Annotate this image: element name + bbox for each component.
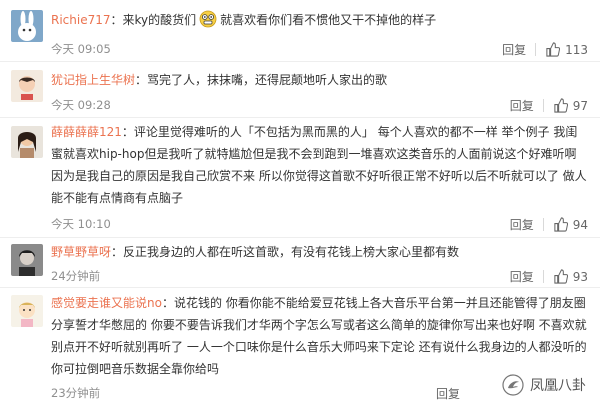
comment-item: 犹记指上生华树：骂完了人，抹抹嘴，还得屁颠地听人家出的歌 今天 09:28 回复… <box>0 62 600 118</box>
like-button[interactable]: 93 <box>553 269 588 284</box>
username-link[interactable]: 犹记指上生华树 <box>51 73 135 87</box>
divider <box>542 270 544 283</box>
comment-text: 犹记指上生华树：骂完了人，抹抹嘴，还得屁颠地听人家出的歌 <box>51 69 588 91</box>
comment-time: 今天 09:28 <box>51 98 111 112</box>
like-count: 113 <box>565 42 588 57</box>
watermark: 凤凰八卦 <box>502 374 586 396</box>
comment-time: 23分钟前 <box>51 386 101 400</box>
comment-body: ：反正我身边的人都在听这首歌，有没有花钱上榜大家心里都有数 <box>111 245 460 259</box>
like-button[interactable]: 113 <box>545 42 588 57</box>
like-count: 94 <box>572 217 588 232</box>
like-count: 97 <box>572 98 588 113</box>
comment-actions: 回复 <box>436 385 460 402</box>
comment-time: 24分钟前 <box>51 269 101 283</box>
comment-body-cont: 就喜欢看你们看不惯他又干不掉他的样子 <box>220 13 437 27</box>
thumbs-up-icon <box>554 217 568 232</box>
avatar[interactable] <box>11 70 43 102</box>
comment-actions: 回复 97 <box>510 97 588 114</box>
reply-button[interactable]: 回复 <box>510 216 534 233</box>
like-count: 93 <box>572 269 588 284</box>
comment-text: 感觉要走谁又能说no：说花钱的 你看你能不能给爱豆花钱上各大音乐平台第一并且还能… <box>51 292 588 380</box>
divider <box>535 43 537 56</box>
comment-body: ：来ky的酸货们 <box>110 13 197 27</box>
comment-actions: 回复 94 <box>510 216 588 233</box>
username-link[interactable]: 感觉要走谁又能说no <box>51 296 162 310</box>
avatar[interactable] <box>11 295 43 327</box>
comment-time: 今天 09:05 <box>51 42 111 56</box>
comment-body: ：评论里觉得难听的人「不包括为黑而黑的人」 每个人喜欢的都不一样 举个例子 我闺… <box>51 125 587 205</box>
thumbs-up-icon <box>554 98 568 113</box>
comment-item: 野草野草呀：反正我身边的人都在听这首歌，有没有花钱上榜大家心里都有数 24分钟前… <box>0 238 600 288</box>
comment-text: 薛薛薛薛121：评论里觉得难听的人「不包括为黑而黑的人」 每个人喜欢的都不一样 … <box>51 121 588 209</box>
comment-item: Richie717：来ky的酸货们 就喜欢看你们看不惯他又干不掉他的样子 今天 0… <box>0 0 600 62</box>
divider <box>542 218 544 231</box>
comment-time: 今天 10:10 <box>51 217 111 231</box>
comment-text: 野草野草呀：反正我身边的人都在听这首歌，有没有花钱上榜大家心里都有数 <box>51 241 588 263</box>
divider <box>542 99 544 112</box>
reply-button[interactable]: 回复 <box>510 97 534 114</box>
thumbs-up-icon <box>554 269 568 284</box>
like-button[interactable]: 97 <box>553 98 588 113</box>
comment-actions: 回复 93 <box>510 268 588 285</box>
username-link[interactable]: Richie717 <box>51 13 111 27</box>
avatar[interactable] <box>11 126 43 158</box>
reply-button[interactable]: 回复 <box>510 268 534 285</box>
grimace-emoji-icon <box>199 10 217 28</box>
reply-button[interactable]: 回复 <box>436 385 460 402</box>
avatar[interactable] <box>11 10 43 42</box>
comment-body: ：骂完了人，抹抹嘴，还得屁颠地听人家出的歌 <box>135 73 388 87</box>
like-button[interactable]: 94 <box>553 217 588 232</box>
username-link[interactable]: 薛薛薛薛121 <box>51 125 122 139</box>
thumbs-up-icon <box>546 42 561 57</box>
username-link[interactable]: 野草野草呀 <box>51 245 111 259</box>
phoenix-icon <box>502 374 524 396</box>
reply-button[interactable]: 回复 <box>502 41 526 58</box>
comment-text: Richie717：来ky的酸货们 就喜欢看你们看不惯他又干不掉他的样子 <box>51 9 588 31</box>
watermark-text: 凤凰八卦 <box>530 378 586 394</box>
comment-actions: 回复 113 <box>502 41 588 58</box>
avatar[interactable] <box>11 244 43 276</box>
comment-item: 薛薛薛薛121：评论里觉得难听的人「不包括为黑而黑的人」 每个人喜欢的都不一样 … <box>0 118 600 238</box>
